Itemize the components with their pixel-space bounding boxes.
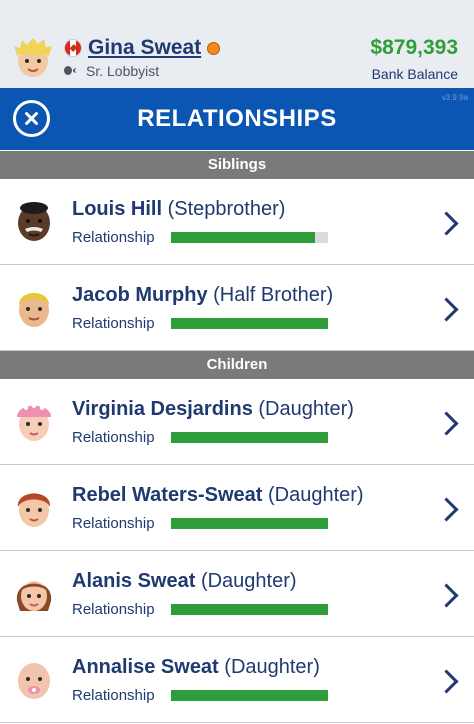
section-header-siblings: Siblings (0, 151, 474, 179)
section-header-children: Children (0, 351, 474, 379)
relationship-label: Relationship (72, 315, 155, 332)
relationship-row[interactable]: Rebel Waters-Sweat (Daughter) Relationsh… (0, 465, 474, 551)
person-name-line: Virginia Desjardins (Daughter) (72, 398, 354, 421)
person-name-line: Louis Hill (Stepbrother) (72, 198, 285, 221)
relationship-bar (171, 232, 328, 243)
person-name-line: Annalise Sweat (Daughter) (72, 656, 320, 679)
version-label: v3.9.9a (441, 93, 468, 102)
job-row: Sr. Lobbyist (64, 63, 159, 79)
relationship-row[interactable]: Annalise Sweat (Daughter) Relationship (0, 637, 474, 723)
relationship-row[interactable]: Jacob Murphy (Half Brother) Relationship (0, 265, 474, 351)
player-name-row: Gina Sweat (64, 36, 221, 60)
chevron-right-icon[interactable] (438, 411, 454, 435)
chevron-right-icon[interactable] (438, 669, 454, 693)
relationship-bar-fill (171, 690, 328, 701)
title-bar: RELATIONSHIPS v3.9.9a (0, 88, 474, 150)
relationship-label: Relationship (72, 687, 155, 704)
person-name: Rebel Waters-Sweat (72, 484, 263, 506)
person-relation: (Daughter) (268, 484, 364, 506)
person-avatar (17, 404, 51, 441)
relationship-bar (171, 518, 328, 529)
relationship-bar-fill (171, 518, 328, 529)
relationship-row[interactable]: Virginia Desjardins (Daughter) Relations… (0, 379, 474, 465)
relationship-label: Relationship (72, 229, 155, 246)
person-relation: (Daughter) (258, 398, 354, 420)
chevron-right-icon[interactable] (438, 497, 454, 521)
page-title: RELATIONSHIPS (137, 105, 337, 132)
relationship-bar-fill (171, 432, 328, 443)
person-name: Annalise Sweat (72, 656, 219, 678)
player-avatar[interactable] (10, 34, 56, 80)
relationship-label: Relationship (72, 429, 155, 446)
relationship-row[interactable]: Louis Hill (Stepbrother) Relationship (0, 179, 474, 265)
player-header: Gina Sweat Sr. Lobbyist $879,393 Bank Ba… (0, 0, 474, 88)
player-name-link[interactable]: Gina Sweat (88, 36, 201, 60)
relationship-bar (171, 690, 328, 701)
person-name: Louis Hill (72, 198, 162, 220)
bank-balance: $879,393 Bank Balance (370, 36, 458, 82)
relationship-bar-fill (171, 318, 328, 329)
person-avatar (18, 202, 50, 241)
relationship-bar (171, 432, 328, 443)
bank-balance-amount: $879,393 (370, 36, 458, 59)
person-avatar (19, 293, 49, 327)
person-name: Jacob Murphy (72, 284, 208, 306)
chevron-right-icon[interactable] (438, 583, 454, 607)
speaking-head-icon (64, 64, 80, 78)
basketball-icon (207, 41, 221, 55)
relationship-row[interactable]: Alanis Sweat (Daughter) Relationship (0, 551, 474, 637)
person-relation: (Half Brother) (213, 284, 334, 306)
person-avatar (16, 581, 52, 611)
person-name-line: Jacob Murphy (Half Brother) (72, 284, 333, 307)
person-avatar (17, 493, 51, 527)
person-avatar (18, 663, 50, 699)
relationship-bar-fill (171, 604, 328, 615)
person-relation: (Daughter) (200, 570, 297, 592)
person-relation: (Stepbrother) (167, 198, 286, 220)
relationship-label: Relationship (72, 601, 155, 618)
bank-balance-label: Bank Balance (371, 66, 458, 82)
relationship-bar-fill (171, 232, 316, 243)
relationship-bar (171, 318, 328, 329)
canada-flag-icon (64, 39, 82, 57)
person-name-line: Rebel Waters-Sweat (Daughter) (72, 484, 364, 507)
relationship-label: Relationship (72, 515, 155, 532)
chevron-right-icon[interactable] (438, 297, 454, 321)
person-relation: (Daughter) (224, 656, 320, 678)
person-name: Virginia Desjardins (72, 398, 253, 420)
person-name-line: Alanis Sweat (Daughter) (72, 570, 297, 593)
job-title: Sr. Lobbyist (86, 63, 160, 79)
chevron-right-icon[interactable] (438, 211, 454, 235)
person-name: Alanis Sweat (72, 570, 196, 592)
relationship-bar (171, 604, 328, 615)
